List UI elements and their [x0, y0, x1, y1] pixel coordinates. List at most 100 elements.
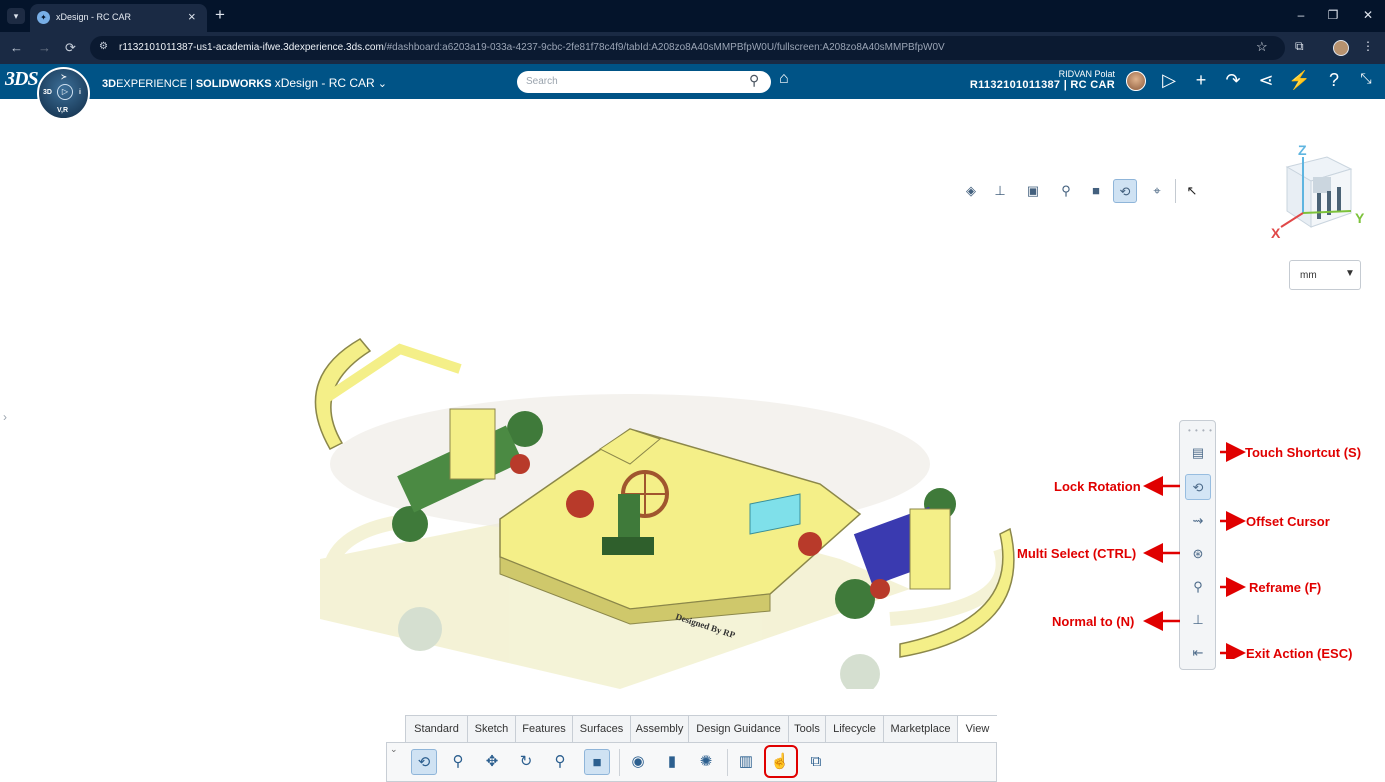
reload-icon[interactable]: ⟳ [65, 40, 76, 56]
forward-icon[interactable]: → [38, 40, 51, 55]
browser-tabstrip: ▾ ✦ xDesign - RC CAR × + – ❐ ✕ [0, 0, 1385, 32]
front-block [909, 508, 951, 590]
section-view-button[interactable]: ▥ [733, 749, 759, 775]
url-text[interactable]: r1132101011387-us1-academia-ifwe.3dexper… [119, 42, 945, 53]
steering-base [602, 537, 654, 555]
tab-design-guidance[interactable]: Design Guidance [689, 716, 789, 743]
annotation-reframe: Reframe (F) [1249, 580, 1322, 595]
collapse-ribbon-icon[interactable]: ⌄ [390, 744, 398, 755]
display-style-icon[interactable]: ◈ [959, 179, 983, 203]
minimize-icon[interactable]: – [1291, 8, 1311, 22]
lock-rotation-button[interactable]: ⟲ [411, 749, 437, 775]
hide-show-button[interactable]: ◉ [625, 749, 651, 775]
tag-icon[interactable]: ⌂ [779, 70, 789, 88]
apps-icon[interactable]: ⚡ [1288, 70, 1310, 91]
search-input[interactable]: Search ⚲ [517, 71, 771, 93]
tab-close-icon[interactable]: × [188, 9, 196, 24]
rc-car-model[interactable]: Designed By RP [300, 289, 1030, 689]
section-view-icon[interactable]: ⌖ [1145, 179, 1169, 203]
ribbon-tabs: Standard Sketch Features Surfaces Assemb… [405, 715, 997, 743]
app-name[interactable]: xDesign - RC CAR [275, 76, 375, 90]
tab-tools[interactable]: Tools [789, 716, 826, 743]
view-cube[interactable]: Z Y X [1265, 139, 1375, 239]
expand-panel-icon[interactable]: › [3, 410, 7, 424]
compass-i-icon: i [79, 89, 81, 96]
zoom-button[interactable]: ⚲ [445, 749, 471, 775]
appearance-button[interactable]: ▮ [659, 749, 685, 775]
reframe-icon[interactable]: ⚲ [1054, 179, 1078, 203]
chair-seat [1313, 177, 1331, 193]
front-wheel-hub[interactable] [835, 579, 875, 619]
tab-lifecycle[interactable]: Lifecycle [826, 716, 884, 743]
pan-button[interactable]: ✥ [479, 749, 505, 775]
drive-motor[interactable] [566, 490, 594, 518]
highlight-touch-mode [764, 745, 798, 778]
address-bar[interactable]: ⚙ r1132101011387-us1-academia-ifwe.3dexp… [90, 36, 1285, 60]
x-axis-label: X [1271, 225, 1281, 239]
chevron-down-icon[interactable]: ⌄ [378, 78, 387, 90]
fullscreen-exit-icon[interactable]: ⤡ [1355, 70, 1377, 87]
network-icon[interactable]: ⋖ [1255, 70, 1277, 91]
user-avatar[interactable] [1126, 71, 1146, 91]
add-icon[interactable]: + [1190, 70, 1212, 91]
compass-3d-icon: 3D [43, 89, 52, 96]
tab-search-icon[interactable]: ▾ [7, 8, 25, 24]
site-info-icon[interactable]: ⚙ [99, 41, 108, 52]
reflection-wheel [398, 607, 442, 651]
help-icon[interactable]: ? [1323, 70, 1345, 91]
ribbon-divider [619, 749, 620, 776]
tab-title: xDesign - RC CAR [56, 12, 132, 22]
tab-standard[interactable]: Standard [406, 716, 468, 743]
app-brand[interactable]: 3DEXPERIENCE | SOLIDWORKS xDesign - RC CAR… [102, 76, 387, 90]
scene-button[interactable]: ✺ [693, 749, 719, 775]
annotation-multi-select: Multi Select (CTRL) [1017, 546, 1137, 561]
steering-column[interactable] [618, 494, 640, 542]
extensions-icon[interactable]: ⧉ [1295, 39, 1304, 54]
new-tab-icon[interactable]: + [215, 5, 225, 25]
3d-viewport[interactable]: › ◈ ⊥ ▣ ⚲ ■ ⟲ ⌖ ↖ Z Y X mm ▼ Designed By… [0, 99, 1385, 782]
tab-features[interactable]: Features [516, 716, 573, 743]
user-context[interactable]: RIDVAN Polat R1132101011387 | RC CAR [970, 69, 1115, 91]
tab-view[interactable]: View [958, 716, 997, 743]
restore-icon[interactable]: ❐ [1323, 8, 1343, 22]
tab-assembly[interactable]: Assembly [631, 716, 689, 743]
zoom-to-fit-button[interactable]: ⚲ [547, 749, 573, 775]
profile-avatar[interactable] [1333, 40, 1349, 56]
search-icon[interactable]: ⚲ [749, 72, 759, 89]
dropdown-arrow-icon[interactable]: ▼ [1345, 268, 1355, 279]
rear-motor [510, 454, 530, 474]
play-icon[interactable]: ▷ [57, 84, 73, 100]
browser-menu-icon[interactable]: ⋮ [1362, 39, 1374, 53]
normal-to-icon[interactable]: ⊥ [988, 179, 1012, 203]
rear-block [449, 408, 496, 480]
view-orientation-icon[interactable]: ▣ [1021, 179, 1045, 203]
share-tag-icon[interactable]: ▷ [1158, 70, 1180, 91]
back-icon[interactable]: ← [10, 40, 23, 55]
app-root: ▾ ✦ xDesign - RC CAR × + – ❐ ✕ ← → ⟳ ⚙ r… [0, 0, 1385, 782]
tab-sketch[interactable]: Sketch [468, 716, 516, 743]
fullscreen-button[interactable]: ⧉ [803, 749, 829, 775]
compass-widget[interactable]: ≻ 3D i ▷ V,R [37, 67, 90, 120]
annotation-exit-action: Exit Action (ESC) [1246, 646, 1353, 661]
rotate-button[interactable]: ↻ [513, 749, 539, 775]
3ds-logo[interactable]: 3DS [5, 68, 39, 91]
tab-marketplace[interactable]: Marketplace [884, 716, 958, 743]
shaded-view-button[interactable]: ■ [584, 749, 610, 775]
share-icon[interactable]: ↷ [1222, 70, 1244, 91]
reflection-wheel [840, 654, 880, 689]
annotation-lock-rotation: Lock Rotation [1054, 479, 1141, 494]
annotation-offset-cursor: Offset Cursor [1246, 514, 1330, 529]
bookmark-star-icon[interactable]: ☆ [1256, 39, 1268, 55]
front-motor [798, 532, 822, 556]
rear-wheel-hub[interactable] [392, 506, 428, 542]
lock-rotation-icon[interactable]: ⟲ [1113, 179, 1137, 203]
shaded-cube-icon[interactable]: ■ [1084, 179, 1108, 203]
front-gear [870, 579, 890, 599]
units-dropdown[interactable]: mm ▼ [1289, 260, 1361, 290]
window-close-icon[interactable]: ✕ [1358, 8, 1378, 22]
browser-tab[interactable]: ✦ xDesign - RC CAR × [30, 4, 207, 32]
selection-mode-icon[interactable]: ↖ [1180, 179, 1204, 203]
tab-surfaces[interactable]: Surfaces [573, 716, 631, 743]
app-header: 3DS 3DEXPERIENCE | SOLIDWORKS xDesign - RC… [0, 64, 1385, 99]
annotation-normal-to: Normal to (N) [1052, 614, 1135, 629]
